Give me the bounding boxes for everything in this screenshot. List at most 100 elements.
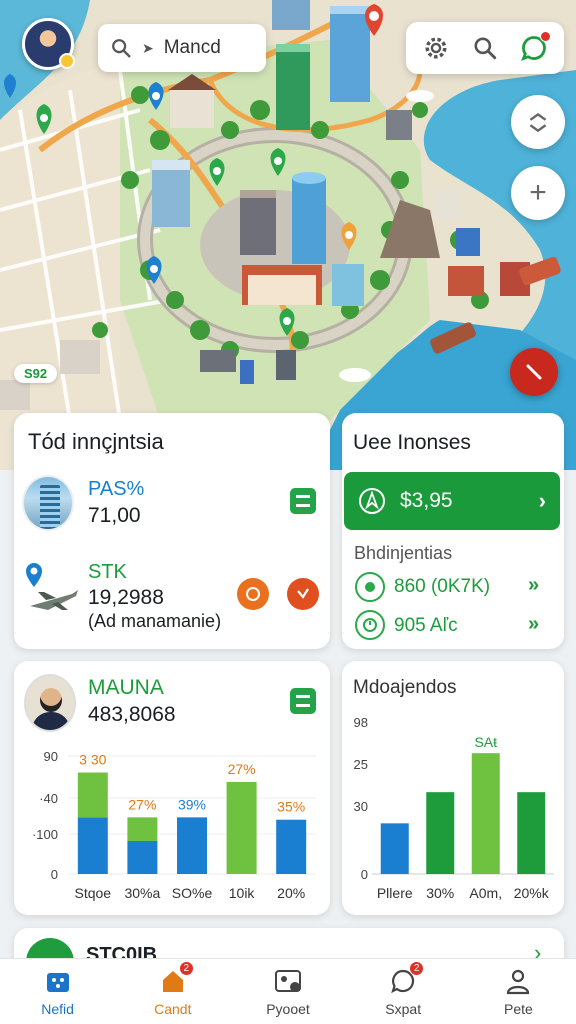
list-button[interactable]: [290, 688, 316, 714]
x-tick-label: SO%e: [172, 885, 213, 901]
data-label: 39%: [178, 796, 206, 812]
navigation-icon: [359, 488, 385, 514]
building-thumbnail: [22, 475, 74, 531]
bar-chart-1: 90 ·40 ·100 0 3 30 Stqoe 27% 30%a 39% SO%e 27% 10ik…: [32, 749, 316, 901]
person-name: MAUNA: [88, 676, 164, 699]
share-button[interactable]: [287, 578, 319, 610]
profile-avatar[interactable]: [22, 18, 75, 70]
y-tick-label: 98: [354, 715, 368, 730]
nav-item-home[interactable]: Nefid: [0, 959, 115, 1024]
shield-icon: [246, 587, 260, 601]
chart-bar: [471, 753, 500, 874]
nav-item-candt[interactable]: 2 Candt: [115, 959, 230, 1024]
zoom-in-button[interactable]: +: [511, 166, 565, 220]
clock-icon: [355, 610, 385, 640]
data-label: 35%: [277, 799, 305, 815]
section-label: Bhdinjentias: [354, 543, 453, 563]
data-label: SAŧ: [474, 734, 497, 750]
item1-value: 71,00: [88, 504, 141, 527]
airplane-icon: [30, 590, 78, 610]
chart-bar: [127, 817, 158, 841]
row2-value: 905 Aľc: [394, 615, 458, 636]
chart-bar: [276, 819, 307, 874]
avatar-status-badge: [59, 53, 75, 69]
y-tick-label: 90: [44, 749, 58, 764]
gauge-icon: [355, 572, 385, 602]
nav-item-sxpat[interactable]: 2 Sxpat: [346, 959, 461, 1024]
chart-bar: [426, 792, 455, 874]
search-icon: [474, 37, 497, 60]
compass-button[interactable]: [510, 348, 558, 396]
navigate-arrow-icon: ➤: [142, 39, 154, 56]
nav-label: Candt: [154, 1001, 192, 1017]
item2-note: (Ad manamanie): [88, 611, 222, 631]
nav-label: Nefid: [41, 1001, 74, 1017]
chat-button[interactable]: [517, 31, 551, 65]
plus-icon: +: [529, 176, 547, 209]
alert-button[interactable]: [237, 578, 269, 610]
bar-chart-2: 98 25 30 0 Pllere 30% SAŧ A0m, 20%k: [354, 715, 554, 901]
nav-badge: 2: [409, 961, 425, 976]
chart-bar: [77, 817, 108, 874]
chart-bar: [517, 792, 546, 874]
card-title: Mdoajendos: [353, 677, 457, 698]
home-icon: 2: [158, 961, 194, 996]
item1-label: PAS%: [88, 478, 145, 500]
y-tick-label: 30: [354, 799, 368, 814]
map-search-box[interactable]: ➤ Mancd: [98, 24, 266, 72]
person-value: 483,8068: [88, 703, 176, 726]
notification-dot: [539, 31, 551, 42]
button-value: $3,95: [400, 489, 453, 512]
nav-badge: 2: [178, 961, 194, 976]
card-title: Tód innçjntsia: [28, 429, 164, 454]
row1-arrow-icon[interactable]: »: [528, 574, 539, 597]
nav-label: Pete: [504, 1001, 533, 1017]
chart-bar: [127, 840, 158, 874]
y-tick-label: 25: [354, 757, 368, 772]
nav-item-pete[interactable]: Pete: [461, 959, 576, 1024]
chart-bar: [177, 817, 207, 874]
map-top-actions: [406, 22, 564, 74]
x-tick-label: Stqoe: [75, 885, 112, 901]
bottom-nav: Nefid 2 Candt Pyooet 2 Sxpat Pete: [0, 958, 576, 1024]
layers-icon: [529, 112, 547, 133]
location-pin-icon: [26, 563, 42, 587]
settings-button[interactable]: [419, 31, 453, 65]
layers-button[interactable]: [511, 95, 565, 149]
search-text: Mancd: [163, 37, 221, 58]
y-tick-label: ·40: [39, 791, 58, 806]
arrow-icon: [297, 588, 309, 599]
y-tick-label: 0: [361, 867, 368, 882]
x-tick-label: 30%a: [124, 885, 160, 901]
person-avatar: [24, 674, 76, 732]
list-button[interactable]: [290, 488, 316, 514]
primary-action-button[interactable]: $3,95 ›: [344, 472, 560, 530]
search-icon: [112, 39, 131, 58]
x-tick-label: A0m,: [469, 885, 502, 901]
row1-value: 860 (0K7K): [394, 576, 491, 597]
person-icon: [503, 966, 533, 996]
settings-gear-icon: [425, 37, 447, 59]
chevron-right-icon: ›: [538, 488, 546, 513]
compass-icon: [526, 364, 542, 380]
nav-label: Sxpat: [385, 1001, 422, 1017]
y-tick-label: 0: [51, 867, 58, 882]
item2-label: STK: [88, 561, 127, 583]
city-map[interactable]: ➤ Mancd + S92: [0, 0, 576, 470]
map-location-tag[interactable]: S92: [14, 364, 58, 383]
data-label: 27%: [128, 796, 156, 812]
row2-arrow-icon[interactable]: »: [528, 613, 539, 636]
data-label: 27%: [228, 761, 256, 777]
nav-item-pyooet[interactable]: Pyooet: [230, 959, 345, 1024]
search-button[interactable]: [468, 31, 502, 65]
chart-bar: [380, 823, 409, 874]
nav-label: Pyooet: [266, 1001, 310, 1017]
chart-bar: [226, 781, 257, 874]
x-tick-label: Pllere: [377, 885, 413, 901]
data-label: 3 30: [79, 752, 106, 768]
chart-bar: [77, 772, 108, 818]
grid-icon: [43, 966, 73, 996]
x-tick-label: 20%: [277, 885, 305, 901]
camera-icon: [273, 966, 303, 996]
x-tick-label: 20%k: [514, 885, 550, 901]
